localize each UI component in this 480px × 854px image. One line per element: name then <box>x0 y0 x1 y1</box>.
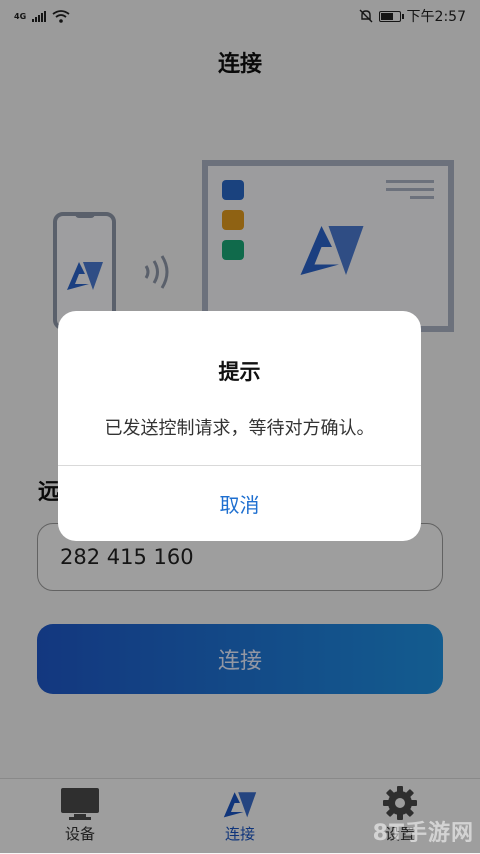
dialog-title: 提示 <box>218 360 261 384</box>
watermark: 8T手游网 <box>372 821 474 846</box>
cancel-button[interactable]: 取消 <box>58 466 421 541</box>
alert-dialog: 提示 已发送控制请求，等待对方确认。 取消 <box>58 311 421 541</box>
dialog-message: 已发送控制请求，等待对方确认。 <box>104 418 375 439</box>
